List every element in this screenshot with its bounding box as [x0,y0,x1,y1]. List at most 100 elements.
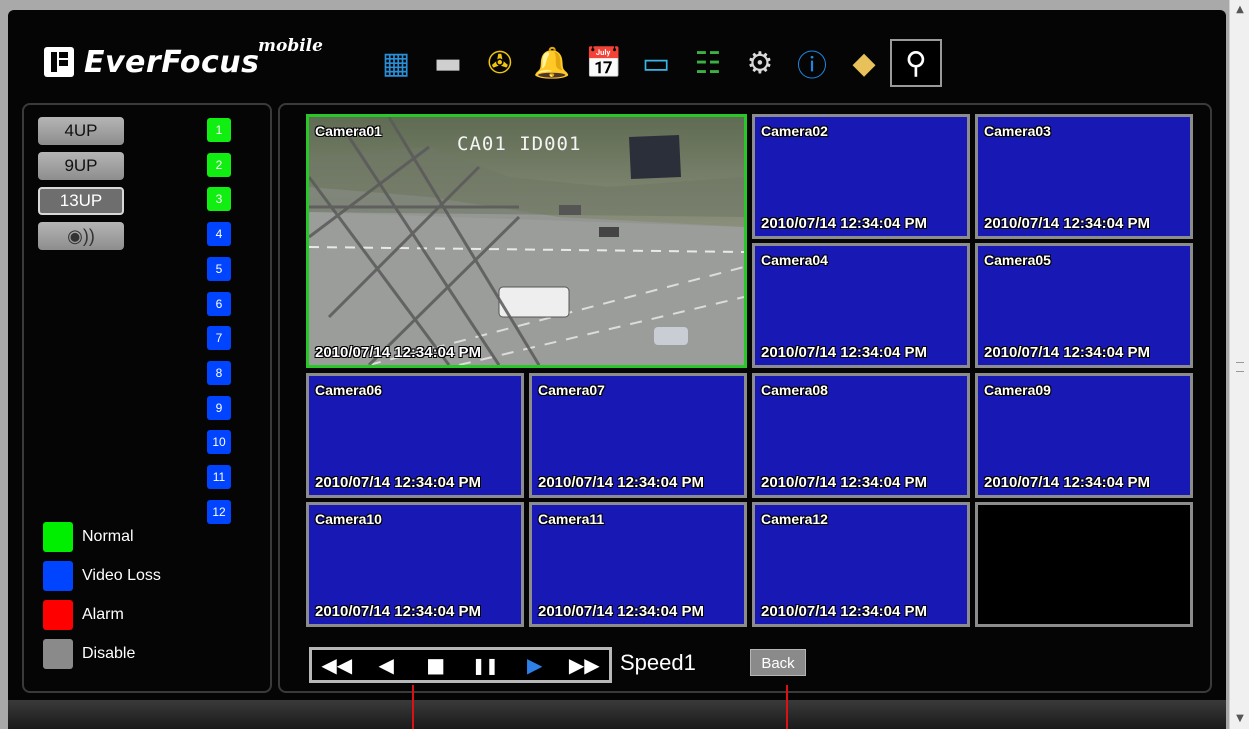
layout-9up-button[interactable]: 9UP [38,152,124,180]
channel-badge-8[interactable]: 8 [207,360,231,385]
legend-alarm-label: Alarm [82,606,124,623]
brand-logo: EverFocus [44,42,259,82]
camera-tile-05[interactable]: Camera05 2010/07/14 12:34:04 PM [975,243,1193,368]
legend-video-loss-swatch [43,561,73,591]
camera-01-timestamp: 2010/07/14 12:34:04 PM [315,344,481,361]
scroll-thumb-grip[interactable] [1236,362,1244,372]
legend-video-loss-label: Video Loss [82,567,161,584]
camera-tile-02[interactable]: Camera02 2010/07/14 12:34:04 PM [752,114,970,239]
settings-gears-tool-button[interactable]: ⚙ [734,38,786,88]
audio-mute-button[interactable]: ◉)) [38,222,124,250]
brand-suffix: mobile [258,36,323,56]
camera-03-name: Camera03 [984,123,1051,139]
camera-10-timestamp: 2010/07/14 12:34:04 PM [315,603,481,620]
scroll-up-icon[interactable]: ▲ [1232,2,1248,18]
main-toolbar: ▦ ▬ ✇ 🔔 📅 ▭ ☷ ⚙ ⓘ ◆ ⚲ [370,38,942,88]
back-button[interactable]: Back [750,649,806,676]
alarm-bell-tool-button[interactable]: 🔔 [526,38,578,88]
camera-11-timestamp: 2010/07/14 12:34:04 PM [538,603,704,620]
stop-icon[interactable]: ■ [418,653,454,677]
schedule-calendar-icon: 📅 [585,45,623,81]
callout-line-back [786,685,788,729]
live-grid-icon: ▦ [381,45,411,81]
settings-gears-icon: ⚙ [746,45,774,81]
rewind-icon[interactable]: ◀◀ [319,653,355,677]
vertical-scrollbar[interactable]: ▲ ▼ [1229,0,1249,729]
everfocus-logo-icon [44,47,74,77]
camera-12-name: Camera12 [761,511,828,527]
camera-icon: ▬ [433,45,463,81]
playback-film-icon: ✇ [487,45,513,81]
camera-tile-04[interactable]: Camera04 2010/07/14 12:34:04 PM [752,243,970,368]
camera-01-osd: CA01 ID001 [457,133,582,155]
legend-video-loss: Video Loss [43,561,161,591]
play-icon[interactable]: ▶ [517,653,553,677]
network-icon: ☷ [694,45,722,81]
schedule-calendar-tool-button[interactable]: 📅 [578,38,630,88]
bottom-strip [8,700,1226,729]
camera-11-name: Camera11 [538,511,605,527]
playback-speed-label: Speed1 [620,650,696,675]
channel-badge-6[interactable]: 6 [207,291,231,316]
speaker-muted-icon: ◉)) [67,226,95,246]
camera-tile-01[interactable]: Camera01 CA01 ID001 2010/07/14 12:34:04 … [306,114,747,368]
legend-normal-label: Normal [82,528,134,545]
camera-03-timestamp: 2010/07/14 12:34:04 PM [984,215,1150,232]
camera-06-name: Camera06 [315,382,382,398]
legend-normal: Normal [43,522,134,552]
info-tool-button[interactable]: ⓘ [786,38,838,88]
channel-badge-1[interactable]: 1 [207,118,231,142]
pause-icon[interactable]: ❚❚ [467,656,503,675]
camera-02-name: Camera02 [761,123,828,139]
channel-badge-4[interactable]: 4 [207,222,231,247]
legend-alarm-swatch [43,600,73,630]
info-icon: ⓘ [797,49,827,84]
brand-name: EverFocus [84,44,260,80]
camera-tile-11[interactable]: Camera11 2010/07/14 12:34:04 PM [529,502,747,627]
callout-line-playback [412,685,414,729]
playback-controls: ◀◀ ◀ ■ ❚❚ ▶ ▶▶ [309,647,612,683]
camera-06-timestamp: 2010/07/14 12:34:04 PM [315,474,481,491]
camera-tile-08[interactable]: Camera08 2010/07/14 12:34:04 PM [752,373,970,498]
scroll-down-icon[interactable]: ▼ [1232,711,1248,727]
channel-badge-10[interactable]: 10 [207,430,231,455]
monitor-tool-button[interactable]: ▭ [630,38,682,88]
layout-13up-button[interactable]: 13UP [38,187,124,215]
camera-tile-empty[interactable] [975,502,1193,627]
legend-alarm: Alarm [43,600,124,630]
alarm-bell-icon: 🔔 [533,45,571,81]
camera-10-name: Camera10 [315,511,382,527]
camera-tool-button[interactable]: ▬ [422,38,474,88]
layout-4up-button[interactable]: 4UP [38,117,124,145]
camera-02-timestamp: 2010/07/14 12:34:04 PM [761,215,927,232]
live-grid-tool-button[interactable]: ▦ [370,38,422,88]
camera-tile-06[interactable]: Camera06 2010/07/14 12:34:04 PM [306,373,524,498]
search-magnifier-icon: ⚲ [905,45,927,81]
camera-tile-12[interactable]: Camera12 2010/07/14 12:34:04 PM [752,502,970,627]
step-back-icon[interactable]: ◀ [368,653,404,677]
channel-badge-9[interactable]: 9 [207,395,231,420]
camera-tile-07[interactable]: Camera07 2010/07/14 12:34:04 PM [529,373,747,498]
channel-badge-3[interactable]: 3 [207,187,231,212]
legend-disable: Disable [43,639,135,669]
camera-tile-10[interactable]: Camera10 2010/07/14 12:34:04 PM [306,502,524,627]
network-tool-button[interactable]: ☷ [682,38,734,88]
channel-badge-12[interactable]: 12 [207,499,231,524]
camera-07-name: Camera07 [538,382,605,398]
channel-badge-7[interactable]: 7 [207,326,231,351]
channel-badge-11[interactable]: 11 [207,465,231,489]
playback-film-tool-button[interactable]: ✇ [474,38,526,88]
camera-tile-03[interactable]: Camera03 2010/07/14 12:34:04 PM [975,114,1193,239]
monitor-icon: ▭ [641,45,671,81]
notes-icon: ◆ [852,45,876,81]
camera-07-timestamp: 2010/07/14 12:34:04 PM [538,474,704,491]
fast-forward-icon[interactable]: ▶▶ [566,653,602,677]
camera-08-name: Camera08 [761,382,828,398]
channel-badge-2[interactable]: 2 [207,152,231,177]
camera-tile-09[interactable]: Camera09 2010/07/14 12:34:04 PM [975,373,1193,498]
search-magnifier-tool-button[interactable]: ⚲ [890,39,942,87]
channel-badge-5[interactable]: 5 [207,256,231,281]
camera-09-name: Camera09 [984,382,1051,398]
notes-tool-button[interactable]: ◆ [838,38,890,88]
legend-normal-swatch [43,522,73,552]
